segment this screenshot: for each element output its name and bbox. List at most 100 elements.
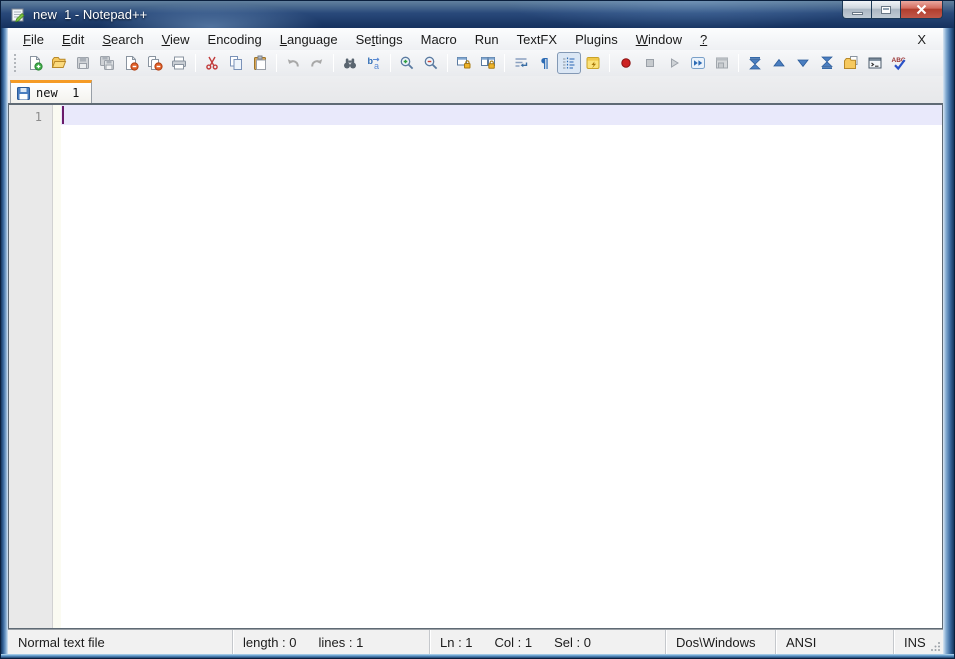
explorer-button[interactable] (839, 52, 863, 74)
macro-stop-icon (646, 59, 654, 67)
line-number: 1 (34, 110, 42, 124)
svg-text:a: a (374, 61, 379, 71)
close-icon (916, 4, 927, 15)
menu-edit[interactable]: Edit (53, 30, 93, 49)
window-controls (842, 1, 943, 19)
status-eol-format[interactable]: Dos\Windows (666, 630, 776, 654)
macro-save-button[interactable] (710, 52, 734, 74)
pilcrow-icon: ¶ (541, 57, 549, 71)
copy-icon (230, 56, 242, 70)
cut-icon (206, 56, 218, 70)
paste-button[interactable] (248, 52, 272, 74)
status-encoding[interactable]: ANSI (776, 630, 894, 654)
save-file-button[interactable] (71, 52, 95, 74)
menubar-close-document-button[interactable]: X (912, 31, 931, 48)
indent-guide-icon (563, 57, 575, 69)
menu-run[interactable]: Run (466, 30, 508, 49)
menu-settings[interactable]: Settings (347, 30, 412, 49)
macro-run-multiple-button[interactable] (686, 52, 710, 74)
minimize-button[interactable] (842, 1, 872, 19)
status-bar: Normal text file length : 0 lines : 1 Ln… (8, 629, 943, 654)
bookmark-margin[interactable] (53, 105, 61, 628)
save-all-button[interactable] (95, 52, 119, 74)
sync-scroll-vertical-button[interactable] (452, 52, 476, 74)
line-number-margin[interactable]: 1 (9, 105, 53, 628)
close-all-button[interactable] (143, 52, 167, 74)
menu-encoding[interactable]: Encoding (199, 30, 271, 49)
toolbar-separator (738, 54, 739, 72)
title-bar[interactable]: new 1 - Notepad++ (1, 1, 954, 28)
menu-file[interactable]: File (14, 30, 53, 49)
toolbar-separator (333, 54, 334, 72)
toolbar-separator (276, 54, 277, 72)
nav-next-button[interactable] (791, 52, 815, 74)
window-border-left (1, 28, 8, 654)
nav-first-icon (749, 57, 761, 70)
macro-playback-button[interactable] (662, 52, 686, 74)
show-all-characters-button[interactable]: ¶ (533, 52, 557, 74)
toolbar-grip[interactable] (14, 54, 18, 72)
maximize-icon (881, 5, 891, 14)
tab-new-1[interactable]: new 1 (10, 80, 93, 103)
zoom-in-icon (400, 56, 414, 70)
status-lines: lines : 1 (318, 634, 364, 650)
close-file-button[interactable] (119, 52, 143, 74)
open-file-button[interactable] (47, 52, 71, 74)
menu-search[interactable]: Search (93, 30, 152, 49)
zoom-in-button[interactable] (395, 52, 419, 74)
copy-button[interactable] (224, 52, 248, 74)
print-button[interactable] (167, 52, 191, 74)
menu-language[interactable]: Language (271, 30, 347, 49)
menu-help[interactable]: ? (691, 30, 716, 49)
menu-textfx[interactable]: TextFX (508, 30, 566, 49)
menu-macro[interactable]: Macro (412, 30, 466, 49)
menu-view[interactable]: View (153, 30, 199, 49)
macro-stop-button[interactable] (638, 52, 662, 74)
macro-record-button[interactable] (614, 52, 638, 74)
menu-plugins[interactable]: Plugins (566, 30, 627, 49)
find-button[interactable] (338, 52, 362, 74)
console-icon (868, 57, 882, 69)
toolbar-separator (390, 54, 391, 72)
user-defined-dialog-button[interactable] (581, 52, 605, 74)
status-insert-mode[interactable]: INS (894, 630, 943, 654)
nav-first-button[interactable] (743, 52, 767, 74)
window-border-right (943, 28, 954, 654)
close-button[interactable] (900, 1, 943, 19)
show-indent-guide-button[interactable] (557, 52, 581, 74)
paste-icon (254, 55, 266, 70)
spell-check-button[interactable]: ABC (887, 52, 911, 74)
window-border-bottom (1, 654, 954, 658)
zoom-out-button[interactable] (419, 52, 443, 74)
close-file-icon (126, 56, 139, 71)
nav-last-icon (821, 56, 833, 69)
undo-icon (287, 59, 299, 67)
status-length-lines: length : 0 lines : 1 (233, 630, 430, 654)
cut-button[interactable] (200, 52, 224, 74)
toolbar-separator (504, 54, 505, 72)
undo-button[interactable] (281, 52, 305, 74)
console-button[interactable] (863, 52, 887, 74)
window-title: new 1 - Notepad++ (33, 7, 148, 22)
nav-last-button[interactable] (815, 52, 839, 74)
menu-bar: File Edit Search View Encoding Language … (8, 28, 943, 50)
replace-button[interactable]: b a (362, 52, 386, 74)
svg-text:¶: ¶ (541, 57, 549, 71)
word-wrap-button[interactable] (509, 52, 533, 74)
zoom-out-icon (424, 56, 438, 70)
redo-icon (311, 59, 323, 67)
resize-grip[interactable] (930, 641, 941, 652)
nav-previous-icon (773, 58, 785, 67)
notepad-plus-plus-icon (11, 8, 25, 22)
macro-record-icon (621, 58, 631, 68)
maximize-button[interactable] (871, 1, 901, 19)
explorer-icon (844, 56, 858, 69)
nav-next-icon (797, 59, 809, 68)
sync-scroll-horizontal-button[interactable] (476, 52, 500, 74)
menu-window[interactable]: Window (627, 30, 691, 49)
redo-button[interactable] (305, 52, 329, 74)
toolbar-separator (609, 54, 610, 72)
new-file-button[interactable] (23, 52, 47, 74)
nav-previous-button[interactable] (767, 52, 791, 74)
text-area[interactable] (61, 105, 942, 628)
